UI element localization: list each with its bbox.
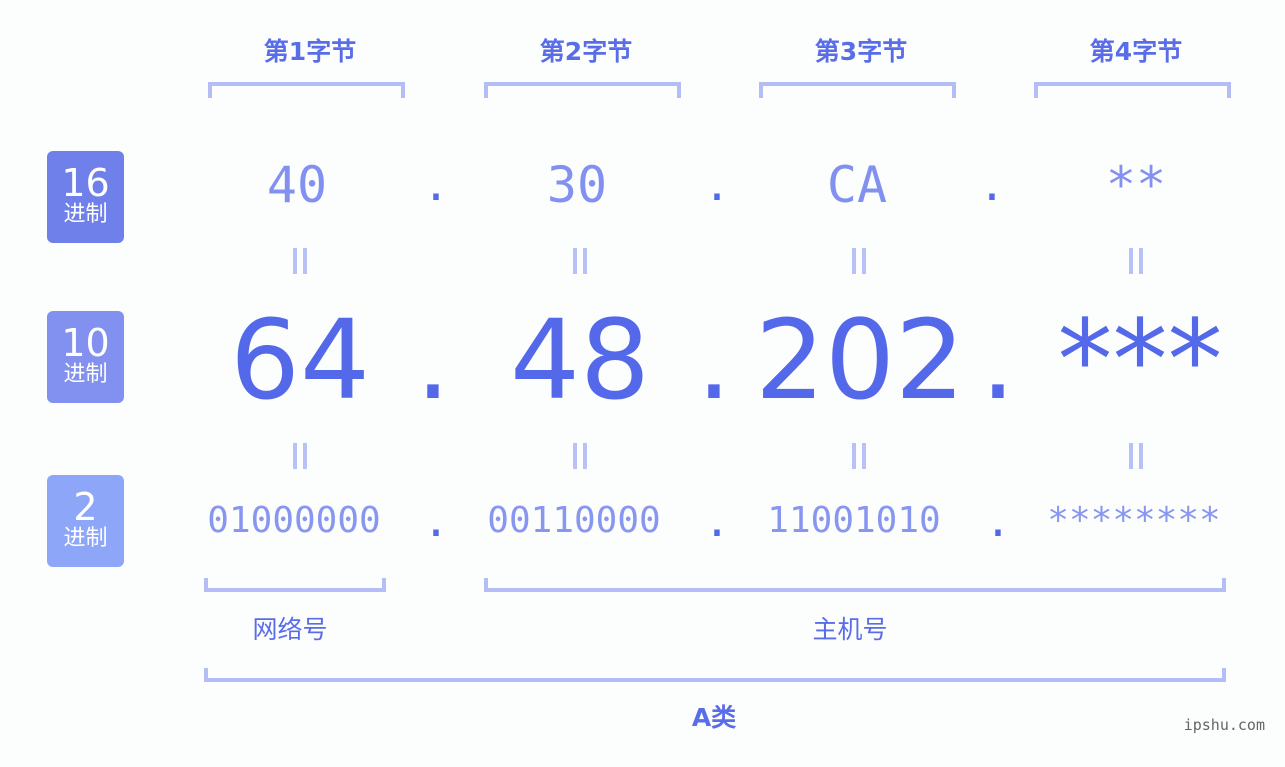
hex-byte-2: 30 (546, 156, 608, 214)
hex-dot-1: . (422, 160, 450, 211)
badge-dec-number: 10 (61, 321, 110, 365)
bin-byte-3: 11001010 (767, 500, 941, 541)
badge-bin-unit: 进制 (63, 526, 108, 551)
equals-icon (290, 443, 310, 469)
host-label: 主机号 (812, 615, 888, 644)
bin-byte-2: 00110000 (487, 500, 661, 541)
byte-bracket-3 (759, 82, 956, 98)
badge-hex-number: 16 (61, 161, 110, 205)
class-label: A类 (691, 703, 737, 732)
badge-hex: 16 进制 (47, 151, 124, 243)
dec-byte-4: *** (1057, 296, 1223, 424)
equals-icon (849, 248, 869, 274)
hex-dot-2: . (703, 160, 731, 211)
hex-dot-3: . (978, 160, 1006, 211)
equals-icon (1126, 248, 1146, 274)
equals-icon (1126, 443, 1146, 469)
hex-byte-3: CA (826, 156, 888, 214)
equals-icon (570, 248, 590, 274)
dec-dot-3: . (980, 296, 1016, 424)
byte-bracket-2 (484, 82, 681, 98)
watermark: ipshu.com (1183, 716, 1265, 734)
class-bracket (204, 668, 1226, 682)
dec-dot-1: . (415, 296, 451, 424)
byte-bracket-4 (1034, 82, 1231, 98)
byte-label-1: 第1字节 (263, 37, 357, 66)
byte-bracket-1 (208, 82, 405, 98)
badge-dec-unit: 进制 (63, 362, 108, 387)
equals-icon (290, 248, 310, 274)
dec-byte-1: 64 (230, 296, 370, 424)
badge-bin: 2 进制 (47, 475, 124, 567)
dec-dot-2: . (696, 296, 732, 424)
equals-icon (849, 443, 869, 469)
bin-dot-3: . (984, 496, 1012, 547)
bin-dot-1: . (422, 496, 450, 547)
network-label: 网络号 (252, 615, 328, 644)
byte-label-3: 第3字节 (814, 37, 908, 66)
bin-byte-1: 01000000 (207, 500, 381, 541)
badge-dec: 10 进制 (47, 311, 124, 403)
bin-dot-2: . (703, 496, 731, 547)
badge-hex-unit: 进制 (63, 202, 108, 227)
network-bracket (204, 578, 386, 592)
hex-byte-4: ** (1105, 156, 1167, 214)
dec-byte-2: 48 (510, 296, 650, 424)
bin-byte-4: ******** (1047, 500, 1221, 541)
hex-byte-1: 40 (266, 156, 328, 214)
byte-label-4: 第4字节 (1089, 37, 1183, 66)
dec-byte-3: 202 (755, 296, 965, 424)
badge-bin-number: 2 (73, 485, 98, 529)
host-bracket (484, 578, 1226, 592)
byte-label-2: 第2字节 (539, 37, 633, 66)
equals-icon (570, 443, 590, 469)
